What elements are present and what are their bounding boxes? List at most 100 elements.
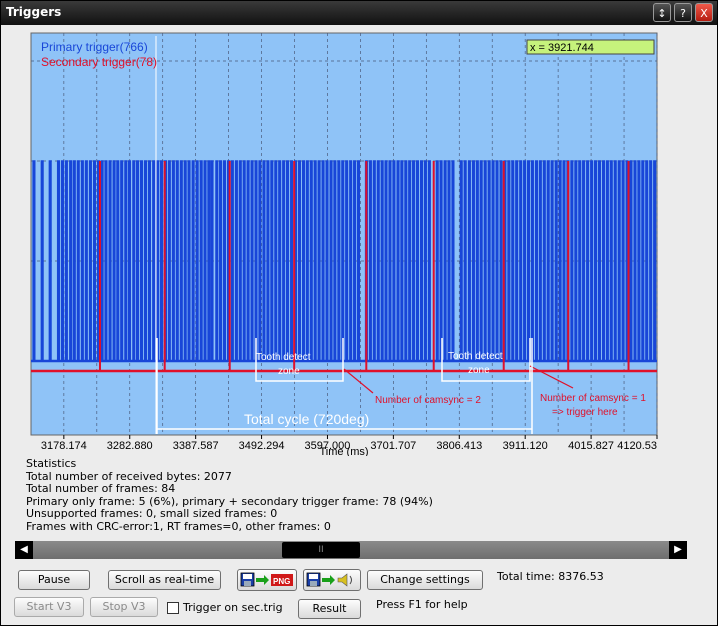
- primary-pulse: [337, 160, 341, 361]
- cursor-readout: x = 3921.744: [530, 42, 594, 54]
- primary-pulse: [108, 160, 112, 361]
- primary-pulse: [159, 160, 164, 361]
- primary-pulse: [475, 160, 479, 361]
- primary-pulse: [479, 160, 483, 361]
- result-button[interactable]: Result: [298, 599, 361, 619]
- primary-pulse: [167, 160, 171, 361]
- stop-v3-button[interactable]: Stop V3: [90, 597, 158, 617]
- primary-pulse: [195, 160, 199, 361]
- primary-pulse: [519, 160, 523, 361]
- primary-pulse: [69, 160, 73, 361]
- primary-pulse: [112, 160, 116, 361]
- primary-pulse: [605, 160, 609, 361]
- primary-pulse: [147, 160, 152, 361]
- primary-pulse: [215, 160, 219, 361]
- save-sound-button[interactable]: [303, 569, 361, 591]
- primary-trigger-series: [31, 160, 657, 363]
- trigger-on-sec-label[interactable]: Trigger on sec.trig: [183, 601, 283, 614]
- primary-pulse: [270, 160, 274, 361]
- scroll-thumb[interactable]: II: [282, 542, 360, 558]
- primary-pulse: [467, 160, 471, 361]
- primary-pulse: [487, 160, 491, 361]
- x-tick-label: 3492.294: [239, 440, 285, 452]
- primary-pulse: [582, 160, 586, 361]
- primary-pulse: [637, 160, 641, 361]
- pause-button[interactable]: Pause: [18, 570, 90, 590]
- primary-pulse: [139, 160, 144, 361]
- primary-pulse: [171, 160, 175, 361]
- primary-pulse: [60, 160, 65, 361]
- primary-pulse: [321, 160, 325, 361]
- primary-pulse: [104, 160, 108, 361]
- primary-pulse: [210, 160, 214, 361]
- camsync-2-label: Number of camsync = 2: [375, 395, 481, 406]
- primary-pulse: [372, 160, 376, 361]
- primary-pulse: [653, 160, 657, 361]
- start-v3-button[interactable]: Start V3: [14, 597, 84, 617]
- primary-pulse: [491, 160, 495, 361]
- total-time: Total time: 8376.53: [497, 570, 604, 583]
- primary-pulse: [207, 160, 211, 361]
- primary-pulse: [617, 160, 621, 361]
- primary-pulse: [191, 160, 195, 361]
- primary-pulse: [499, 160, 503, 361]
- primary-pulse: [641, 160, 645, 361]
- primary-pulse: [562, 160, 566, 361]
- primary-pulse: [471, 160, 475, 361]
- scroll-right-button[interactable]: ▶: [669, 541, 687, 559]
- primary-pulse: [427, 160, 431, 361]
- trigger-on-sec-checkbox[interactable]: [167, 602, 179, 614]
- primary-pulse: [325, 160, 329, 361]
- primary-pulse: [593, 160, 598, 361]
- primary-pulse: [633, 160, 637, 361]
- primary-pulse: [100, 160, 104, 361]
- scroll-left-button[interactable]: ◀: [15, 541, 33, 559]
- primary-pulse: [278, 160, 282, 361]
- help-button[interactable]: ?: [674, 3, 692, 22]
- x-tick-label: 3282.880: [107, 440, 153, 452]
- x-axis-label: Time (ms): [319, 446, 368, 456]
- scroll-realtime-button[interactable]: Scroll as real-time: [108, 570, 221, 590]
- statistics-panel: Statistics Total number of received byte…: [26, 457, 433, 533]
- primary-pulse: [72, 160, 76, 361]
- primary-pulse: [266, 160, 270, 361]
- primary-pulse: [88, 160, 92, 361]
- primary-pulse: [120, 160, 124, 361]
- primary-pulse: [80, 160, 84, 361]
- primary-pulse: [250, 160, 254, 361]
- primary-pulse: [526, 160, 531, 361]
- primary-pulse: [423, 160, 427, 361]
- x-tick-label: 3387.587: [173, 440, 219, 452]
- title-bar[interactable]: Triggers ↕ ? X: [1, 1, 717, 25]
- primary-pulse: [629, 160, 633, 361]
- primary-pulse: [550, 160, 554, 361]
- primary-pulse: [523, 160, 527, 361]
- primary-pulse: [32, 160, 36, 361]
- x-tick-label: 3911.120: [503, 440, 548, 452]
- save-png-button[interactable]: PNG: [237, 569, 297, 591]
- primary-pulse: [286, 160, 290, 361]
- primary-pulse: [443, 160, 447, 361]
- horizontal-scrollbar[interactable]: ◀ II ▶: [15, 541, 687, 559]
- primary-pulse: [183, 160, 187, 361]
- primary-pulse: [203, 160, 207, 361]
- resize-button[interactable]: ↕: [653, 3, 671, 22]
- change-settings-button[interactable]: Change settings: [367, 570, 483, 590]
- primary-pulse: [219, 160, 223, 361]
- primary-pulse: [127, 160, 132, 361]
- close-button[interactable]: X: [695, 3, 713, 22]
- primary-pulse: [297, 160, 302, 361]
- primary-pulse: [345, 160, 349, 361]
- primary-pulse: [84, 160, 88, 361]
- primary-pulse: [578, 160, 582, 361]
- scroll-track[interactable]: II: [33, 541, 669, 559]
- legend-secondary: Secondary trigger(78): [41, 55, 157, 69]
- x-tick-label: 3701.707: [370, 440, 416, 452]
- primary-pulse: [439, 160, 443, 361]
- trigger-chart[interactable]: Primary trigger(766) Secondary trigger(7…: [2, 26, 715, 456]
- primary-pulse: [234, 160, 238, 361]
- primary-pulse: [495, 160, 499, 361]
- primary-pulse: [408, 160, 412, 361]
- primary-pulse: [534, 160, 538, 361]
- x-tick-label: 3178.174: [41, 440, 87, 452]
